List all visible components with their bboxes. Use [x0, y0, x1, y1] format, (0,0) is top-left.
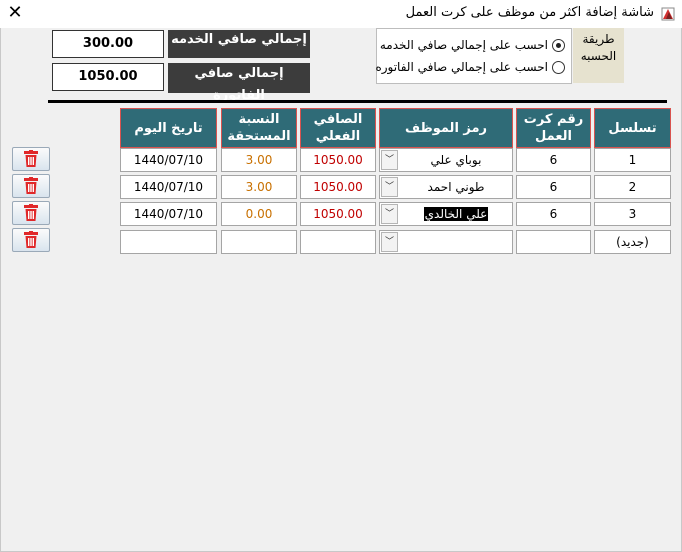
cell-net[interactable]: 1050.00	[300, 148, 376, 172]
trash-icon	[24, 231, 38, 248]
trash-icon	[24, 177, 38, 194]
cell-seq[interactable]: 3	[594, 202, 671, 226]
radio-service-net[interactable]: احسب على إجمالي صافي الخدمه	[380, 36, 565, 54]
delete-row-button[interactable]	[12, 174, 50, 198]
radio-service-net-label: احسب على إجمالي صافي الخدمه	[379, 38, 548, 52]
employee-value-selected[interactable]: علي الخالدي	[400, 203, 512, 225]
cell-card[interactable]: 6	[516, 175, 591, 199]
col-header-net: الصافي الفعلي	[300, 108, 376, 148]
employee-combo[interactable]: ﹀	[379, 230, 513, 254]
employee-combo[interactable]: ﹀ طوني احمد	[379, 175, 513, 199]
cell-seq[interactable]: 1	[594, 148, 671, 172]
cell-net[interactable]	[300, 230, 376, 254]
cell-date[interactable]: 1440/07/10	[120, 148, 217, 172]
cell-date[interactable]: 1440/07/10	[120, 175, 217, 199]
window-title: شاشة إضافة اكثر من موظف على كرت العمل	[405, 5, 654, 20]
radio-invoice-net-label: احسب على إجمالي صافي الفاتوره	[375, 60, 548, 74]
chevron-down-icon[interactable]: ﹀	[381, 232, 398, 252]
delete-row-button[interactable]	[12, 147, 50, 171]
col-header-pct: النسبة المستحقة	[221, 108, 297, 148]
trash-icon	[24, 204, 38, 221]
cell-pct[interactable]: 0.00	[221, 202, 297, 226]
cell-date[interactable]	[120, 230, 217, 254]
client-area	[0, 28, 682, 552]
employee-value: بوباي علي	[430, 153, 482, 167]
chevron-down-icon[interactable]: ﹀	[381, 204, 398, 224]
calc-method-group: احسب على إجمالي صافي الخدمه احسب على إجم…	[375, 28, 572, 84]
employee-combo[interactable]: ﹀ بوباي علي	[379, 148, 513, 172]
close-icon[interactable]: ✕	[5, 2, 25, 24]
invoice-net-value: 1050.00	[52, 63, 164, 91]
chevron-down-icon[interactable]: ﹀	[381, 150, 398, 170]
service-net-label: إجمالي صافي الخدمه	[168, 30, 310, 58]
chevron-down-icon[interactable]: ﹀	[381, 177, 398, 197]
radio-unselected-icon	[552, 60, 565, 74]
calc-method-label: طريقة الحسبه	[573, 28, 624, 83]
cell-net[interactable]: 1050.00	[300, 202, 376, 226]
col-header-card: رقم كرت العمل	[516, 108, 591, 148]
cell-seq-new[interactable]: (جديد)	[594, 230, 671, 254]
service-net-value: 300.00	[52, 30, 164, 58]
cell-pct[interactable]: 3.00	[221, 148, 297, 172]
employee-combo[interactable]: ﹀ علي الخالدي	[379, 202, 513, 226]
cell-card[interactable]: 6	[516, 148, 591, 172]
cell-net[interactable]: 1050.00	[300, 175, 376, 199]
cell-pct[interactable]	[221, 230, 297, 254]
cell-card[interactable]	[516, 230, 591, 254]
trash-icon	[24, 150, 38, 167]
app-icon	[660, 6, 676, 22]
delete-row-button[interactable]	[12, 228, 50, 252]
col-header-date: تاريخ اليوم	[120, 108, 217, 148]
cell-pct[interactable]: 3.00	[221, 175, 297, 199]
delete-row-button[interactable]	[12, 201, 50, 225]
separator-line	[48, 100, 667, 103]
col-header-seq: تسلسل	[594, 108, 671, 148]
cell-seq[interactable]: 2	[594, 175, 671, 199]
cell-card[interactable]: 6	[516, 202, 591, 226]
employee-value: طوني احمد	[427, 180, 485, 194]
invoice-net-label: إجمالي صافي الفاتورة	[168, 63, 310, 103]
col-header-employee: رمز الموظف	[379, 108, 513, 148]
cell-date[interactable]: 1440/07/10	[120, 202, 217, 226]
radio-selected-icon	[552, 38, 565, 52]
employee-value: علي الخالدي	[423, 207, 489, 221]
radio-invoice-net[interactable]: احسب على إجمالي صافي الفاتوره	[375, 58, 565, 76]
